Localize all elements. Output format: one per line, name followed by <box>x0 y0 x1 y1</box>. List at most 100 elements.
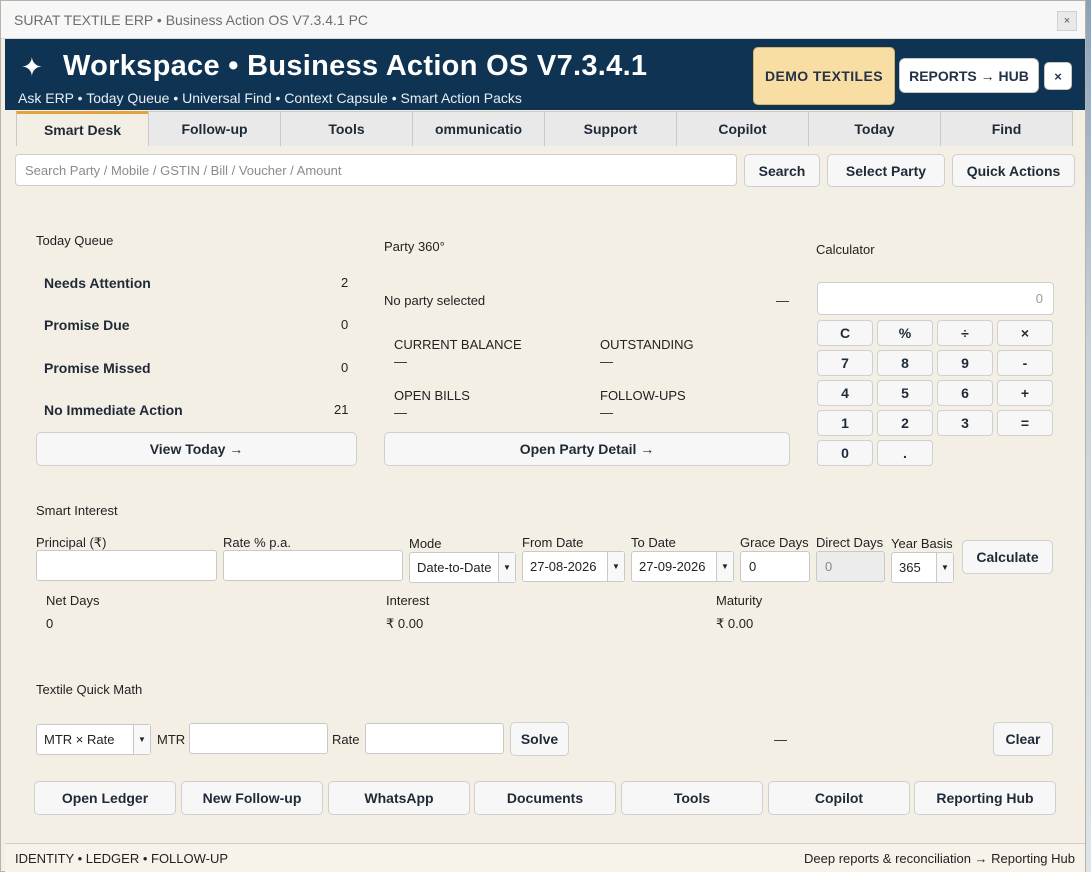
grace-days-label: Grace Days <box>740 535 809 550</box>
calculate-button[interactable]: Calculate <box>962 540 1053 574</box>
mode-label: Mode <box>409 536 442 551</box>
calc-key-0[interactable]: 0 <box>817 440 873 466</box>
new-follow-up-button[interactable]: New Follow-up <box>181 781 323 815</box>
open-party-detail-button[interactable]: Open Party Detail → <box>384 432 790 466</box>
calc-key-7[interactable]: 7 <box>817 350 873 376</box>
search-input[interactable] <box>15 154 737 186</box>
queue-item-label[interactable]: No Immediate Action <box>44 402 183 418</box>
interest-label: Interest <box>386 593 430 608</box>
chevron-down-icon: ▼ <box>498 553 515 582</box>
direct-days-label: Direct Days <box>816 535 884 550</box>
textile-mode-select[interactable]: MTR × Rate ▼ <box>36 724 151 755</box>
calc-key-6[interactable]: 6 <box>937 380 993 406</box>
year-basis-value: 365 <box>899 560 921 575</box>
calc-key-4[interactable]: 4 <box>817 380 873 406</box>
tab-smart-desk[interactable]: Smart Desk <box>16 111 149 146</box>
principal-label: Principal (₹) <box>36 535 107 550</box>
whatsapp-button[interactable]: WhatsApp <box>328 781 470 815</box>
outstanding-value: — <box>600 354 613 369</box>
tab-find[interactable]: Find <box>940 111 1073 146</box>
chevron-down-icon: ▼ <box>133 725 150 754</box>
page-title: Workspace • Business Action OS V7.3.4.1 <box>63 50 648 82</box>
queue-item-count: 0 <box>341 317 349 332</box>
status-right: Deep reports & reconciliation → Reportin… <box>804 851 1075 866</box>
principal-input[interactable] <box>36 550 217 581</box>
from-date-picker[interactable]: 27-08-2026 ▼ <box>522 551 625 582</box>
sparkle-icon: ✦ <box>21 52 43 82</box>
app-window: SURAT TEXTILE ERP • Business Action OS V… <box>0 0 1086 872</box>
calc-key-8[interactable]: 8 <box>877 350 933 376</box>
grace-days-input[interactable]: 0 <box>740 551 810 582</box>
mode-select-value: Date-to-Date <box>417 560 492 575</box>
search-button[interactable]: Search <box>744 154 820 187</box>
reporting-hub-button[interactable]: Reporting Hub <box>914 781 1056 815</box>
close-button[interactable]: × <box>1044 62 1072 90</box>
tab-bar: Smart Desk Follow-up Tools ommunicatio S… <box>16 111 1073 146</box>
queue-item-count: 2 <box>341 275 349 290</box>
copilot-button[interactable]: Copilot <box>768 781 910 815</box>
calc-key-2[interactable]: 2 <box>877 410 933 436</box>
to-date-label: To Date <box>631 535 676 550</box>
rate-field-label: Rate <box>332 732 360 747</box>
queue-item-label[interactable]: Promise Due <box>44 317 130 333</box>
select-party-button[interactable]: Select Party <box>827 154 945 187</box>
quick-actions-button[interactable]: Quick Actions <box>952 154 1075 187</box>
queue-item-count: 21 <box>334 402 349 417</box>
tab-support[interactable]: Support <box>544 111 677 146</box>
calc-key-9[interactable]: 9 <box>937 350 993 376</box>
smart-interest-title: Smart Interest <box>36 503 118 518</box>
app-header: ✦ Workspace • Business Action OS V7.3.4.… <box>5 39 1085 110</box>
textile-result: — <box>774 732 787 747</box>
view-today-button[interactable]: View Today → <box>36 432 357 466</box>
mtr-input[interactable] <box>189 723 328 754</box>
queue-item-label[interactable]: Promise Missed <box>44 360 151 376</box>
from-date-label: From Date <box>522 535 584 550</box>
net-days-value: 0 <box>46 616 54 631</box>
party-status: No party selected <box>384 293 486 308</box>
calc-key-plus[interactable]: + <box>997 380 1053 406</box>
calculator-title: Calculator <box>816 242 875 257</box>
calc-key-equals[interactable]: = <box>997 410 1053 436</box>
queue-item-label[interactable]: Needs Attention <box>44 275 151 291</box>
tools-button[interactable]: Tools <box>621 781 763 815</box>
calc-key-clear[interactable]: C <box>817 320 873 346</box>
outstanding-label: OUTSTANDING <box>600 337 694 352</box>
mode-select[interactable]: Date-to-Date ▼ <box>409 552 516 583</box>
clear-button[interactable]: Clear <box>993 722 1053 756</box>
calc-key-3[interactable]: 3 <box>937 410 993 436</box>
calc-key-1[interactable]: 1 <box>817 410 873 436</box>
window-close-icon[interactable]: × <box>1057 11 1077 31</box>
tab-copilot[interactable]: Copilot <box>676 111 809 146</box>
to-date-picker[interactable]: 27-09-2026 ▼ <box>631 551 734 582</box>
page-subtitle: Ask ERP • Today Queue • Universal Find •… <box>18 90 522 106</box>
rate-input[interactable] <box>223 550 403 581</box>
year-basis-select[interactable]: 365 ▼ <box>891 552 954 583</box>
party-360-title: Party 360° <box>384 239 445 254</box>
current-balance-value: — <box>394 354 407 369</box>
chevron-down-icon: ▼ <box>716 552 733 581</box>
tab-today[interactable]: Today <box>808 111 941 146</box>
followups-value: — <box>600 405 613 420</box>
calc-key-minus[interactable]: - <box>997 350 1053 376</box>
tab-tools[interactable]: Tools <box>280 111 413 146</box>
window-title: SURAT TEXTILE ERP • Business Action OS V… <box>14 11 369 28</box>
calc-key-divide[interactable]: ÷ <box>937 320 993 346</box>
calc-key-percent[interactable]: % <box>877 320 933 346</box>
documents-button[interactable]: Documents <box>474 781 616 815</box>
reports-hub-button[interactable]: REPORTS → HUB <box>899 58 1039 93</box>
tab-communication[interactable]: ommunicatio <box>412 111 545 146</box>
window-titlebar: SURAT TEXTILE ERP • Business Action OS V… <box>1 1 1085 39</box>
queue-item-count: 0 <box>341 360 349 375</box>
net-days-label: Net Days <box>46 593 100 608</box>
calculator-display[interactable]: 0 <box>817 282 1054 315</box>
calc-key-decimal[interactable]: . <box>877 440 933 466</box>
status-left: IDENTITY • LEDGER • FOLLOW-UP <box>15 851 229 866</box>
open-ledger-button[interactable]: Open Ledger <box>34 781 176 815</box>
mtr-label: MTR <box>157 732 186 747</box>
calc-key-5[interactable]: 5 <box>877 380 933 406</box>
solve-button[interactable]: Solve <box>510 722 569 756</box>
current-balance-label: CURRENT BALANCE <box>394 337 522 352</box>
calc-key-multiply[interactable]: × <box>997 320 1053 346</box>
tab-follow-up[interactable]: Follow-up <box>148 111 281 146</box>
textile-rate-input[interactable] <box>365 723 504 754</box>
